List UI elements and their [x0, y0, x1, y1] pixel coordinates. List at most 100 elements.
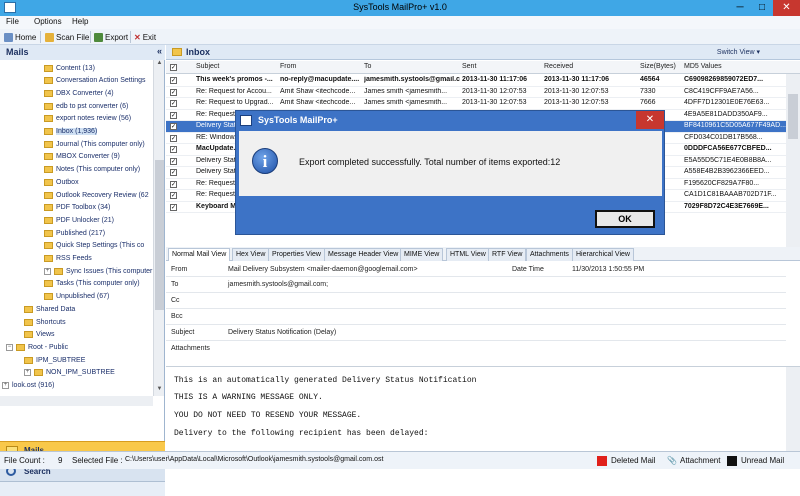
dialog-close-button[interactable]: ✕	[636, 111, 664, 129]
tab-message-header-view[interactable]: Message Header View	[324, 248, 403, 261]
tree-node[interactable]: + NON_IPM_SUBTREE	[24, 368, 115, 378]
deleted-mail-swatch	[597, 456, 607, 466]
tree-node[interactable]: IPM_SUBTREE	[24, 355, 85, 365]
tree-node[interactable]: Journal (This computer only)	[44, 139, 145, 149]
folder-icon	[44, 204, 53, 212]
tree-node[interactable]: Quick Step Settings (This co	[44, 241, 144, 251]
dialog-footer: OK	[239, 196, 662, 232]
tree-node[interactable]: Notes (This computer only)	[44, 165, 140, 175]
menu-file[interactable]: File	[6, 17, 19, 26]
row-checkbox[interactable]: ✓	[170, 134, 177, 142]
exit-button[interactable]: ✕ Exit	[134, 31, 156, 43]
tree-node-label: Shared Data	[36, 305, 76, 313]
col-from[interactable]: From	[280, 63, 296, 70]
tree-node[interactable]: Shortcuts	[24, 317, 66, 327]
tree-node[interactable]: Conversation Action Settings	[44, 76, 146, 86]
col-size[interactable]: Size(Bytes)	[640, 63, 676, 70]
tab-rtf-view[interactable]: RTF View	[488, 248, 527, 261]
tab-html-view[interactable]: HTML View	[446, 248, 490, 261]
subject-label: Subject	[171, 329, 195, 336]
col-md5[interactable]: MD5 Values	[684, 63, 722, 70]
tab-normal-mail-view[interactable]: Normal Mail View	[168, 248, 231, 262]
table-row[interactable]: ✓ This week's promos -... no-reply@macupda…	[166, 75, 786, 87]
row-checkbox[interactable]: ✓	[170, 157, 177, 165]
close-button[interactable]: ✕	[773, 0, 800, 16]
row-checkbox[interactable]: ✓	[170, 180, 177, 188]
export-button[interactable]: Export	[94, 31, 128, 43]
expander-icon[interactable]: −	[6, 343, 13, 351]
row-checkbox[interactable]: ✓	[170, 169, 177, 176]
tree-node[interactable]: Outlook Recovery Review (62	[44, 190, 149, 200]
tree-node[interactable]: Unpublished (67)	[44, 292, 109, 302]
tree-node[interactable]: PDF Toolbox (34)	[44, 203, 110, 213]
menu-help[interactable]: Help	[72, 17, 88, 26]
scan-file-button[interactable]: Scan File	[45, 31, 89, 43]
tree-node[interactable]: PDF Unlocker (21)	[44, 215, 114, 225]
tree-node[interactable]: DBX Converter (4)	[44, 88, 114, 98]
expander-icon[interactable]: +	[2, 382, 9, 389]
tree-node-label: PDF Unlocker (21)	[56, 216, 114, 224]
row-checkbox[interactable]: ✓	[170, 192, 177, 199]
row-checkbox[interactable]: ✓	[170, 203, 177, 211]
row-checkbox[interactable]: ✓	[170, 100, 177, 107]
scroll-up-icon[interactable]: ▲	[154, 60, 165, 70]
tree-node[interactable]: Tasks (This computer only)	[44, 279, 140, 289]
ok-button[interactable]: OK	[595, 210, 655, 228]
minimize-button[interactable]: ─	[728, 0, 752, 16]
row-checkbox[interactable]: ✓	[170, 77, 177, 84]
tree-node[interactable]: Content (13)	[44, 63, 95, 73]
tree-node[interactable]: Shared Data	[24, 304, 75, 314]
maximize-button[interactable]: □	[750, 0, 774, 16]
grid-scrollbar[interactable]	[786, 74, 800, 247]
tree-hscrollbar[interactable]	[0, 396, 153, 406]
tree-node[interactable]: Views	[24, 330, 55, 340]
col-received[interactable]: Received	[544, 63, 573, 70]
tree-node[interactable]: + Sync Issues (This computer or	[44, 266, 153, 276]
tab-mime-view[interactable]: MIME View	[400, 248, 444, 261]
row-checkbox[interactable]: ✓	[170, 146, 177, 153]
row-checkbox[interactable]: ✓	[170, 111, 177, 119]
table-row[interactable]: ✓ Re: Request for Accou... Amit Shaw <itec…	[166, 87, 786, 98]
tree-node-label: Content (13)	[56, 64, 95, 72]
tree-node[interactable]: − Root - Public	[6, 342, 68, 352]
unread-mail-swatch	[727, 456, 737, 466]
folder-icon	[24, 318, 33, 326]
expander-icon[interactable]: +	[24, 369, 31, 377]
tab-attachments[interactable]: Attachments	[526, 248, 573, 261]
file-count: 9	[58, 456, 63, 465]
tree-node[interactable]: export notes review (56)	[44, 114, 131, 124]
scroll-thumb[interactable]	[155, 160, 164, 310]
tree-node-label: Quick Step Settings (This co	[56, 242, 145, 250]
tree-node[interactable]: MBOX Converter (9)	[44, 152, 120, 162]
col-sent[interactable]: Sent	[462, 63, 476, 70]
cell-size: 46564	[640, 76, 660, 83]
tree-node-label: Outlook Recovery Review (62	[56, 191, 149, 199]
row-checkbox[interactable]: ✓	[170, 88, 177, 96]
tree-node[interactable]: Outbox	[44, 177, 79, 187]
tab-properties-view[interactable]: Properties View	[268, 248, 325, 261]
menu-options[interactable]: Options	[34, 17, 62, 26]
cell-md5: 7029F8D72C4E3E7669E...	[684, 202, 769, 210]
col-subject[interactable]: Subject	[196, 63, 219, 70]
col-to[interactable]: To	[364, 63, 371, 70]
switch-view-button[interactable]: Switch View ▾	[717, 48, 760, 56]
table-row[interactable]: ✓ Re: Request to Upgrad... Amit Shaw <itec…	[166, 98, 786, 110]
row-checkbox[interactable]: ✓	[170, 123, 177, 130]
tree-scrollbar[interactable]: ▲ ▼	[153, 60, 164, 396]
inbox-title: Inbox	[186, 47, 210, 57]
tab-hierarchical-view[interactable]: Hierarchical View	[572, 248, 634, 261]
collapse-icon[interactable]: «	[157, 46, 162, 56]
tree-node[interactable]: RSS Feeds	[44, 254, 92, 264]
tree-node[interactable]: Published (217)	[44, 228, 105, 238]
select-all-checkbox[interactable]: ✓	[170, 64, 177, 71]
tab-hex-view[interactable]: Hex View	[232, 248, 270, 261]
folder-icon	[24, 356, 33, 364]
scroll-thumb[interactable]	[788, 94, 798, 139]
expander-icon[interactable]: +	[44, 267, 51, 275]
tree-node[interactable]: Inbox (1,936)	[44, 127, 98, 137]
home-button[interactable]: Home	[4, 31, 36, 43]
body-scrollbar[interactable]	[786, 367, 800, 452]
tree-node[interactable]: edb to pst converter (6)	[44, 101, 128, 111]
tree-node[interactable]: + look.ost (916)	[2, 381, 54, 391]
scroll-down-icon[interactable]: ▼	[154, 386, 165, 396]
